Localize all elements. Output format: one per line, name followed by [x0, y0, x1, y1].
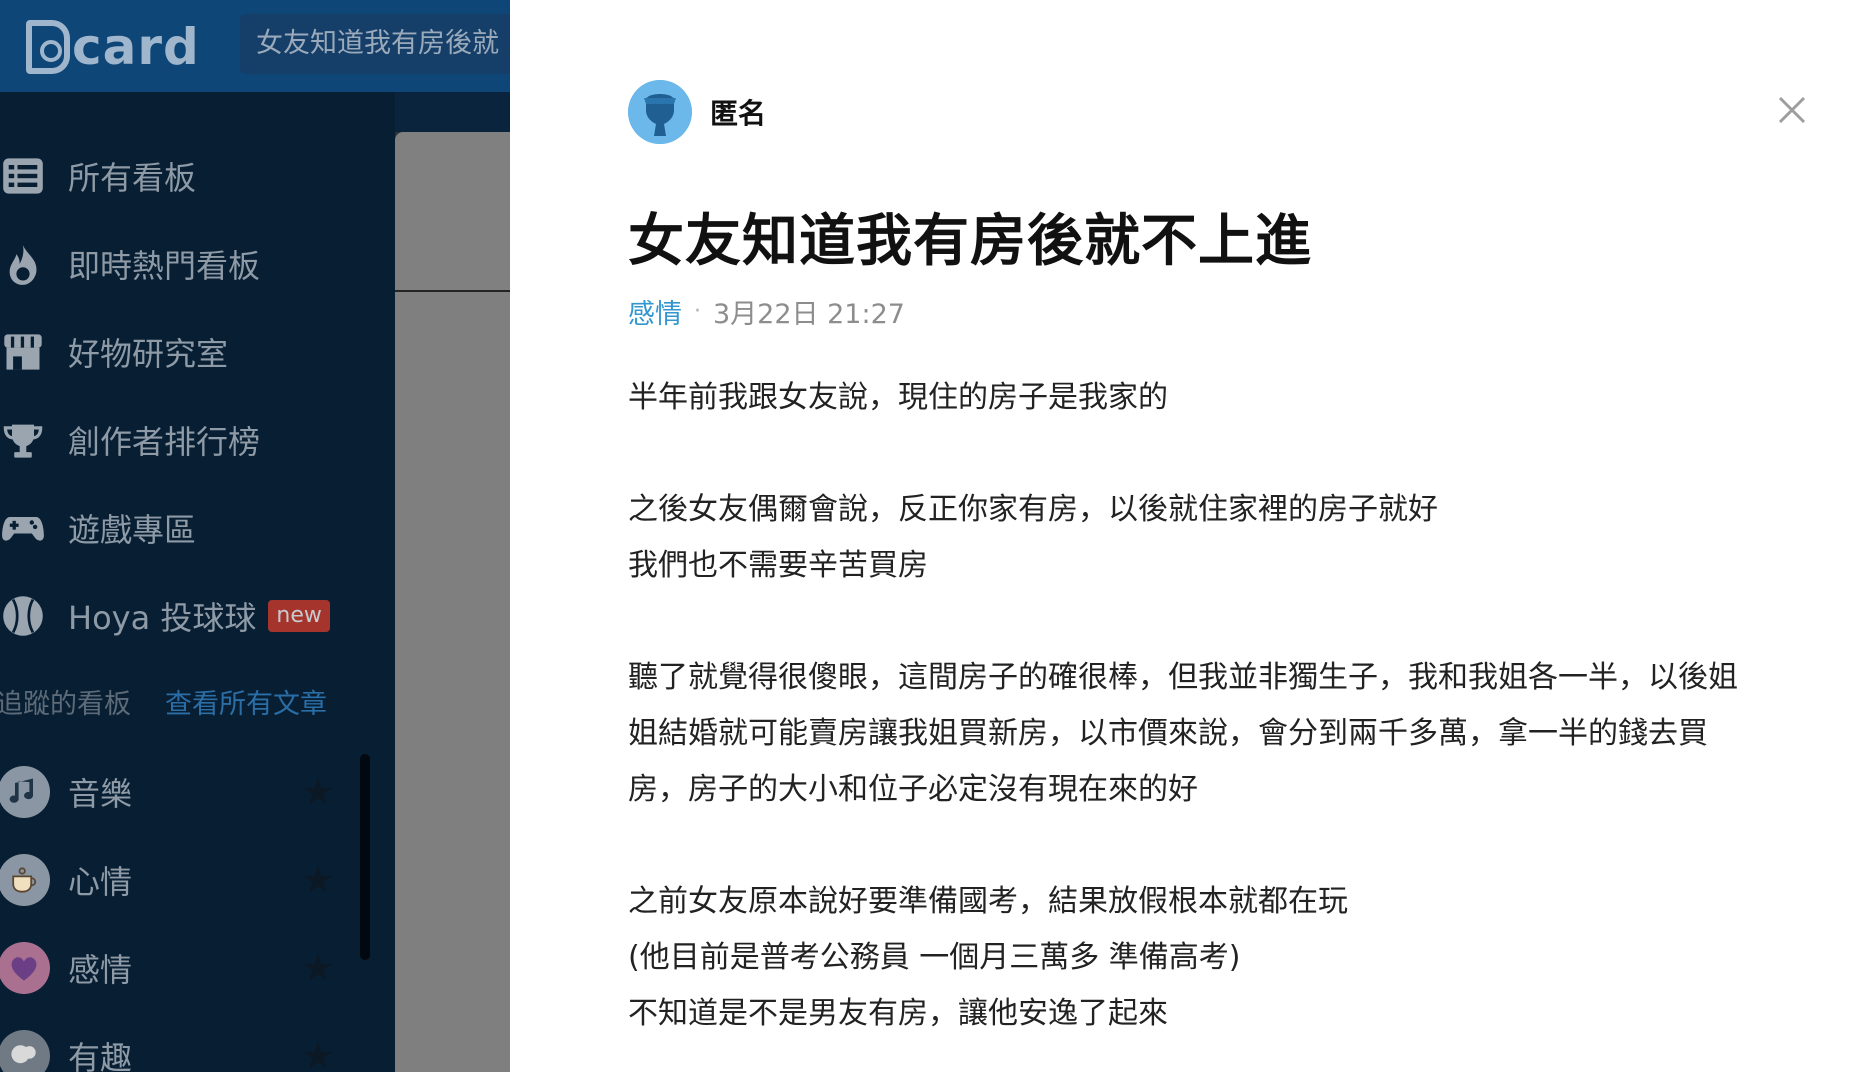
star-icon[interactable]: ★ [302, 772, 334, 813]
board-item-funny[interactable]: 有趣 ★ [0, 1024, 340, 1072]
star-icon[interactable]: ★ [302, 1036, 334, 1072]
post-list-header [395, 132, 510, 290]
sidebar-item-label: 即時熱門看板 [68, 247, 261, 285]
content-line: (他目前是普考公務員 一個月三萬多 準備高考) [628, 940, 1241, 975]
board-item-relationship[interactable]: 感情 ★ [0, 936, 340, 1000]
post-list-body [395, 292, 510, 1072]
heart-icon [0, 942, 50, 994]
sidebar: 所有看板 即時熱門看板 好物研究室 創作者排行榜 遊戲專區 Hoya 投球球 n… [0, 92, 395, 1072]
sidebar-item-label: 遊戲專區 [68, 511, 197, 549]
star-icon[interactable]: ★ [302, 860, 334, 901]
following-label: 追蹤的看板 [0, 689, 131, 720]
top-navigation-bar: card 女友知道我有房後就 [0, 0, 510, 92]
user-silhouette-icon [628, 80, 692, 144]
dcard-logo-icon [26, 20, 70, 74]
author-name: 匿名 [710, 97, 767, 130]
star-icon[interactable]: ★ [302, 948, 334, 989]
sidebar-item-label: 好物研究室 [68, 335, 229, 373]
board-item-mood[interactable]: 心情 ★ [0, 848, 340, 912]
alpaca-icon [0, 1030, 50, 1072]
meta-separator: · [694, 299, 701, 324]
sidebar-item-creator-ranking[interactable]: 創作者排行榜 [0, 410, 260, 470]
new-badge: new [268, 600, 330, 632]
board-item-music[interactable]: 音樂 ★ [0, 760, 340, 824]
board-label: 感情 [68, 951, 133, 989]
anonymous-avatar [628, 80, 692, 144]
post-board-link[interactable]: 感情 [628, 292, 682, 331]
logo-text: card [72, 18, 200, 76]
sidebar-item-label: 創作者排行榜 [68, 423, 261, 461]
content-line: 之後女友偶爾會說，反正你家有房，以後就住家裡的房子就好 [628, 492, 1438, 527]
baseball-icon [0, 593, 46, 639]
gamepad-icon [0, 505, 46, 551]
content-line: 房，房子的大小和位子必定沒有現在來的好 [628, 772, 1198, 807]
trophy-icon [0, 417, 46, 463]
sidebar-item-hoya[interactable]: Hoya 投球球 new [0, 586, 330, 646]
background-app: card 女友知道我有房後就 所有看板 即時熱門看板 好物研究室 創作者排行榜 … [0, 0, 510, 1072]
content-line: 半年前我跟女友說，現住的房子是我家的 [628, 380, 1168, 415]
store-icon [0, 329, 46, 375]
close-icon [1778, 96, 1806, 124]
post-content: 半年前我跟女友說，現住的房子是我家的 之後女友偶爾會說，反正你家有房，以後就住家… [628, 370, 1828, 1042]
content-line: 我們也不需要辛苦買房 [628, 548, 928, 583]
sidebar-item-good-stuff-lab[interactable]: 好物研究室 [0, 322, 228, 382]
dcard-logo[interactable]: card [26, 18, 200, 76]
following-boards-header: 追蹤的看板 查看所有文章 [0, 682, 327, 721]
content-line: 姐結婚就可能賣房讓我姐買新房，以市價來說，會分到兩千多萬，拿一半的錢去買 [628, 716, 1708, 751]
sidebar-item-hot-boards[interactable]: 即時熱門看板 [0, 234, 260, 294]
list-icon [0, 153, 46, 199]
coffee-icon [0, 854, 50, 906]
sidebar-item-games[interactable]: 遊戲專區 [0, 498, 196, 558]
search-input[interactable]: 女友知道我有房後就 [240, 14, 510, 74]
content-line: 聽了就覺得很傻眼，這間房子的確很棒，但我並非獨生子，我和我姐各一半，以後姐 [628, 660, 1738, 695]
sidebar-item-label: Hoya 投球球 [68, 599, 257, 637]
content-line [628, 426, 1828, 482]
post-title: 女友知道我有房後就不上進 [628, 209, 1312, 274]
board-label: 音樂 [68, 775, 133, 813]
post-list-card [395, 132, 510, 1072]
board-label: 有趣 [68, 1039, 133, 1072]
content-line [628, 818, 1828, 874]
fire-icon [0, 241, 46, 287]
sidebar-scrollbar[interactable] [360, 754, 370, 960]
post-modal: 匿名 女友知道我有房後就不上進 感情 · 3月22日 21:27 半年前我跟女友… [510, 0, 1866, 1072]
close-button[interactable] [1772, 90, 1812, 130]
post-author: 匿名 [628, 80, 766, 144]
content-line: 之前女友原本說好要準備國考，結果放假根本就都在玩 [628, 884, 1348, 919]
sidebar-item-label: 所有看板 [68, 159, 197, 197]
view-all-posts-link[interactable]: 查看所有文章 [165, 682, 327, 721]
music-icon [0, 766, 50, 818]
post-meta: 感情 · 3月22日 21:27 [628, 292, 905, 331]
content-line: 不知道是不是男友有房，讓他安逸了起來 [628, 996, 1168, 1031]
content-line [628, 594, 1828, 650]
post-timestamp: 3月22日 21:27 [713, 299, 905, 330]
sidebar-item-all-boards[interactable]: 所有看板 [0, 146, 196, 206]
board-label: 心情 [68, 863, 133, 901]
